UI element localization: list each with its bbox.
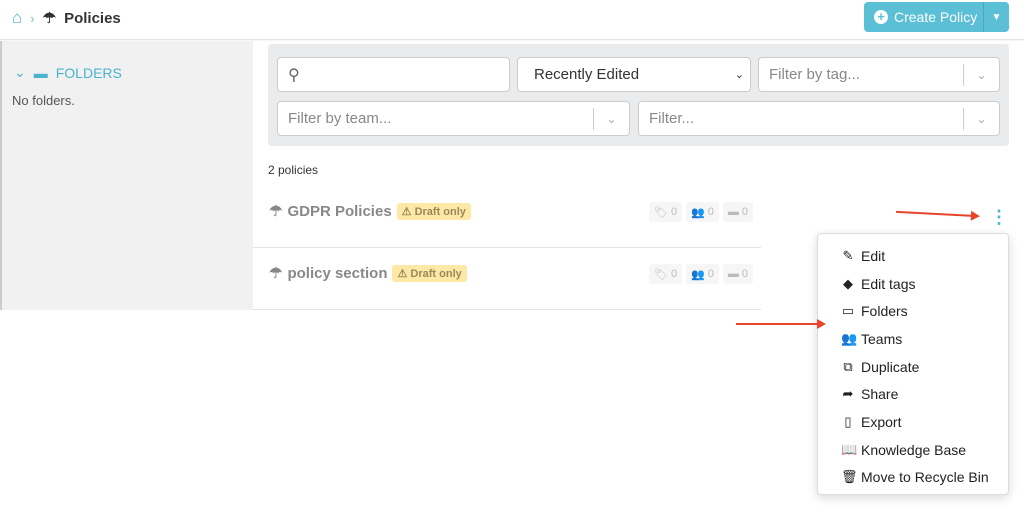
chevron-down-icon: ⌄ [963,64,999,86]
tags-count: 🏷 0 [649,202,683,222]
kebab-menu-icon[interactable]: ⋮ [990,207,1008,227]
book-icon: 📖 [841,441,858,457]
policy-count: 2 policies [268,163,319,177]
tag-icon: 🏷 [654,206,668,219]
umbrella-icon: ☂ [42,10,57,27]
copy-icon: ⧉ [843,358,853,374]
menu-item-recycle-bin[interactable]: 🗑 Move to Recycle Bin [818,464,1008,492]
folders-count: ▬ 0 [722,202,754,222]
menu-item-folders[interactable]: ▭ Folders [818,297,1008,325]
users-icon: 👥 [691,268,705,281]
menu-item-knowledge-base[interactable]: 📖 Knowledge Base [818,436,1008,464]
search-input[interactable]: ⚲ [277,57,510,92]
draft-badge: ⚠ Draft only [396,202,471,220]
no-folders-text: No folders. [12,93,75,108]
edit-icon: ✎ [842,247,854,263]
menu-item-edit-tags[interactable]: ◆ Edit tags [818,270,1008,298]
umbrella-icon: ☂ [269,265,283,282]
general-filter[interactable]: Filter... ⌄ [638,101,1000,136]
team-filter[interactable]: Filter by team... ⌄ [277,101,630,136]
menu-item-teams[interactable]: 👥 Teams [818,325,1008,353]
draft-badge: ⚠ Draft only [392,264,467,282]
policy-context-menu: ✎ Edit ◆ Edit tags ▭ Folders 👥 Teams ⧉ Duplic… [817,233,1009,495]
share-icon: ➦ [842,386,854,402]
plus-circle-icon: + [874,10,888,24]
caret-down-icon[interactable]: ▼ [983,2,1009,32]
menu-item-edit[interactable]: ✎ Edit [818,242,1008,270]
folders-toggle[interactable]: ⌄ ▬ FOLDERS [14,64,122,81]
search-icon: ⚲ [288,66,300,84]
policy-row[interactable]: ☂ GDPR Policies ⚠ Draft only 🏷 0 👥 0 ▬ 0 [253,186,761,248]
chevron-right-icon: › [30,10,35,26]
teams-count: 👥 0 [686,202,719,222]
folder-icon: ▬ [727,206,739,218]
filter-panel: ⚲ Recently Edited ⌄ Filter by tag... ⌄ Fil… [268,44,1009,146]
pdf-icon: ▯ [844,413,852,429]
menu-item-share[interactable]: ➦ Share [818,380,1008,408]
sort-select[interactable]: Recently Edited ⌄ [517,57,751,92]
folder-icon: ▭ [841,303,855,319]
annotation-arrow [736,319,826,329]
users-icon: 👥 [841,330,858,346]
umbrella-icon: ☂ [269,203,283,220]
chevron-down-icon: ⌄ [14,64,26,80]
tag-icon: ◆ [843,275,853,291]
tags-count: 🏷 0 [649,264,683,284]
policy-title[interactable]: policy section [287,265,387,282]
folders-count: ▬ 0 [722,264,754,284]
chevron-down-icon: ⌄ [593,108,629,130]
folders-sidebar: ⌄ ▬ FOLDERS No folders. [0,41,253,310]
menu-item-duplicate[interactable]: ⧉ Duplicate [818,353,1008,381]
create-policy-label: Create Policy [894,9,978,25]
folder-icon: ▬ [33,64,48,81]
create-policy-button[interactable]: + Create Policy ▼ [864,2,1009,32]
users-icon: 👥 [691,206,705,219]
policy-title[interactable]: GDPR Policies [287,203,391,220]
chevron-down-icon: ⌄ [963,108,999,130]
trash-icon: 🗑 [841,469,858,485]
breadcrumb: ⌂ › ☂ Policies [12,8,121,28]
teams-count: 👥 0 [686,264,719,284]
menu-item-export[interactable]: ▯ Export [818,408,1008,436]
top-bar: ⌂ › ☂ Policies + Create Policy ▼ [0,0,1024,40]
tag-filter[interactable]: Filter by tag... ⌄ [758,57,1000,92]
folders-label: FOLDERS [55,64,122,81]
tag-icon: 🏷 [654,268,668,281]
home-icon[interactable]: ⌂ [12,8,22,28]
page-title: Policies [64,9,121,27]
folder-icon: ▬ [727,268,739,280]
chevron-down-icon: ⌄ [734,69,744,81]
policy-row[interactable]: ☂ policy section ⚠ Draft only 🏷 0 👥 0 ▬ 0 [253,248,761,310]
